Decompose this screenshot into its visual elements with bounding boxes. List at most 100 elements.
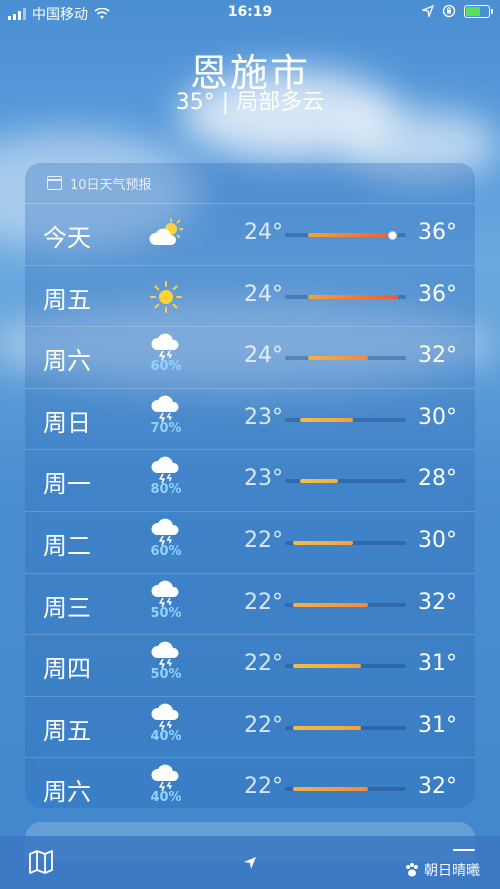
day-label: 今天 bbox=[43, 224, 91, 252]
forecast-row[interactable]: 周五 24° 36° bbox=[25, 266, 475, 328]
weather-cell: 80% bbox=[143, 456, 189, 497]
weather-cell: 40% bbox=[143, 703, 189, 744]
watermark: 朝日晴曦 bbox=[404, 860, 480, 880]
day-label: 周日 bbox=[43, 408, 91, 437]
thunderstorm-icon bbox=[143, 764, 189, 792]
day-label: 周六 bbox=[43, 347, 91, 376]
thunderstorm-icon bbox=[143, 456, 189, 484]
forecast-row[interactable]: 周一 80% 23° 28° bbox=[25, 450, 475, 512]
watermark-text: 朝日晴曦 bbox=[424, 863, 480, 879]
status-bar: 中国移动 16:19 bbox=[0, 0, 500, 26]
location-arrow-icon bbox=[422, 5, 434, 17]
temp-range-bar bbox=[285, 417, 406, 422]
temp-range-fill bbox=[292, 725, 361, 730]
weather-cell: 70% bbox=[143, 395, 189, 436]
precip-chance: 40% bbox=[150, 790, 182, 806]
thunderstorm-icon bbox=[143, 518, 189, 546]
forecast-header: 10日天气预报 bbox=[25, 163, 475, 204]
weather-cell: 50% bbox=[143, 641, 189, 682]
temp-range-bar bbox=[285, 540, 406, 545]
high-temp: 31° bbox=[418, 651, 457, 677]
precip-chance: 50% bbox=[150, 667, 182, 683]
thunderstorm-icon bbox=[143, 395, 189, 423]
low-temp: 24° bbox=[244, 281, 283, 307]
forecast-row[interactable]: 周六 40% 22° 32° bbox=[25, 758, 475, 819]
list-icon[interactable] bbox=[452, 848, 476, 858]
high-temp: 32° bbox=[418, 774, 457, 800]
temp-range-fill bbox=[292, 787, 369, 792]
weather-cell bbox=[143, 280, 189, 314]
partly-cloudy-sun-icon bbox=[143, 218, 189, 248]
low-temp: 23° bbox=[244, 404, 283, 430]
low-temp: 22° bbox=[244, 527, 283, 553]
thunderstorm-icon bbox=[143, 703, 189, 731]
low-temp: 23° bbox=[244, 466, 283, 492]
forecast-row[interactable]: 周五 40% 22° 31° bbox=[25, 697, 475, 759]
forecast-row[interactable]: 周二 60% 22° 30° bbox=[25, 512, 475, 574]
rotation-lock-icon bbox=[442, 4, 456, 18]
forecast-row[interactable]: 今天 24° 36° bbox=[25, 204, 475, 266]
bottom-toolbar: 朝日晴曦 bbox=[0, 836, 500, 889]
high-temp: 36° bbox=[418, 281, 457, 307]
temp-range-bar bbox=[285, 356, 406, 361]
current-location-icon[interactable] bbox=[243, 856, 257, 870]
precip-chance: 80% bbox=[150, 482, 182, 498]
temp-range-fill bbox=[292, 664, 361, 669]
low-temp: 22° bbox=[244, 774, 283, 800]
temp-range-bar bbox=[285, 664, 406, 669]
calendar-icon bbox=[47, 176, 62, 190]
temp-range-fill bbox=[292, 602, 369, 607]
battery-icon bbox=[464, 4, 493, 18]
low-temp: 22° bbox=[244, 712, 283, 738]
thunderstorm-icon bbox=[143, 333, 189, 361]
high-temp: 28° bbox=[418, 466, 457, 492]
low-temp: 22° bbox=[244, 589, 283, 615]
forecast-row[interactable]: 周日 70% 23° 30° bbox=[25, 389, 475, 451]
sun-icon bbox=[143, 280, 189, 314]
precip-chance: 50% bbox=[150, 605, 182, 621]
temp-range-fill bbox=[307, 233, 399, 237]
day-label: 周四 bbox=[43, 655, 91, 684]
current-conditions: 35° | 局部多云 bbox=[175, 90, 325, 115]
low-temp: 24° bbox=[244, 343, 283, 369]
temp-range-fill bbox=[307, 294, 399, 299]
forecast-row[interactable]: 周六 60% 24° 32° bbox=[25, 327, 475, 389]
current-temp-marker bbox=[387, 231, 397, 240]
weather-cell: 40% bbox=[143, 764, 189, 805]
day-label: 周一 bbox=[43, 470, 91, 499]
precip-chance: 70% bbox=[150, 420, 182, 436]
forecast-title: 10日天气预报 bbox=[70, 177, 152, 193]
precip-chance: 60% bbox=[150, 543, 182, 559]
thunderstorm-icon bbox=[143, 580, 189, 608]
day-label: 周六 bbox=[43, 778, 91, 807]
day-label: 周三 bbox=[43, 593, 91, 622]
temp-range-bar bbox=[285, 479, 406, 484]
day-label: 周二 bbox=[43, 531, 91, 560]
precip-chance: 40% bbox=[150, 728, 182, 744]
temp-range-fill bbox=[292, 540, 354, 545]
day-label: 周五 bbox=[43, 716, 91, 745]
map-icon[interactable] bbox=[28, 850, 54, 874]
forecast-row[interactable]: 周四 50% 22° 31° bbox=[25, 635, 475, 697]
low-temp: 24° bbox=[244, 220, 283, 245]
high-temp: 31° bbox=[418, 712, 457, 738]
temp-range-fill bbox=[300, 417, 354, 422]
high-temp: 32° bbox=[418, 589, 457, 615]
high-temp: 36° bbox=[418, 220, 457, 245]
forecast-row[interactable]: 周三 50% 22° 32° bbox=[25, 574, 475, 636]
precip-chance: 60% bbox=[150, 359, 182, 375]
low-temp: 22° bbox=[244, 651, 283, 677]
temp-range-bar bbox=[285, 787, 406, 792]
weather-cell: 50% bbox=[143, 580, 189, 621]
thunderstorm-icon bbox=[143, 641, 189, 669]
temp-range-bar bbox=[285, 231, 406, 240]
day-label: 周五 bbox=[43, 285, 91, 314]
weather-cell: 60% bbox=[143, 333, 189, 374]
weather-cell: 60% bbox=[143, 518, 189, 559]
high-temp: 30° bbox=[418, 527, 457, 553]
temp-range-bar bbox=[285, 294, 406, 299]
high-temp: 32° bbox=[418, 343, 457, 369]
temp-range-bar bbox=[285, 725, 406, 730]
high-temp: 30° bbox=[418, 404, 457, 430]
temp-range-fill bbox=[307, 356, 369, 361]
